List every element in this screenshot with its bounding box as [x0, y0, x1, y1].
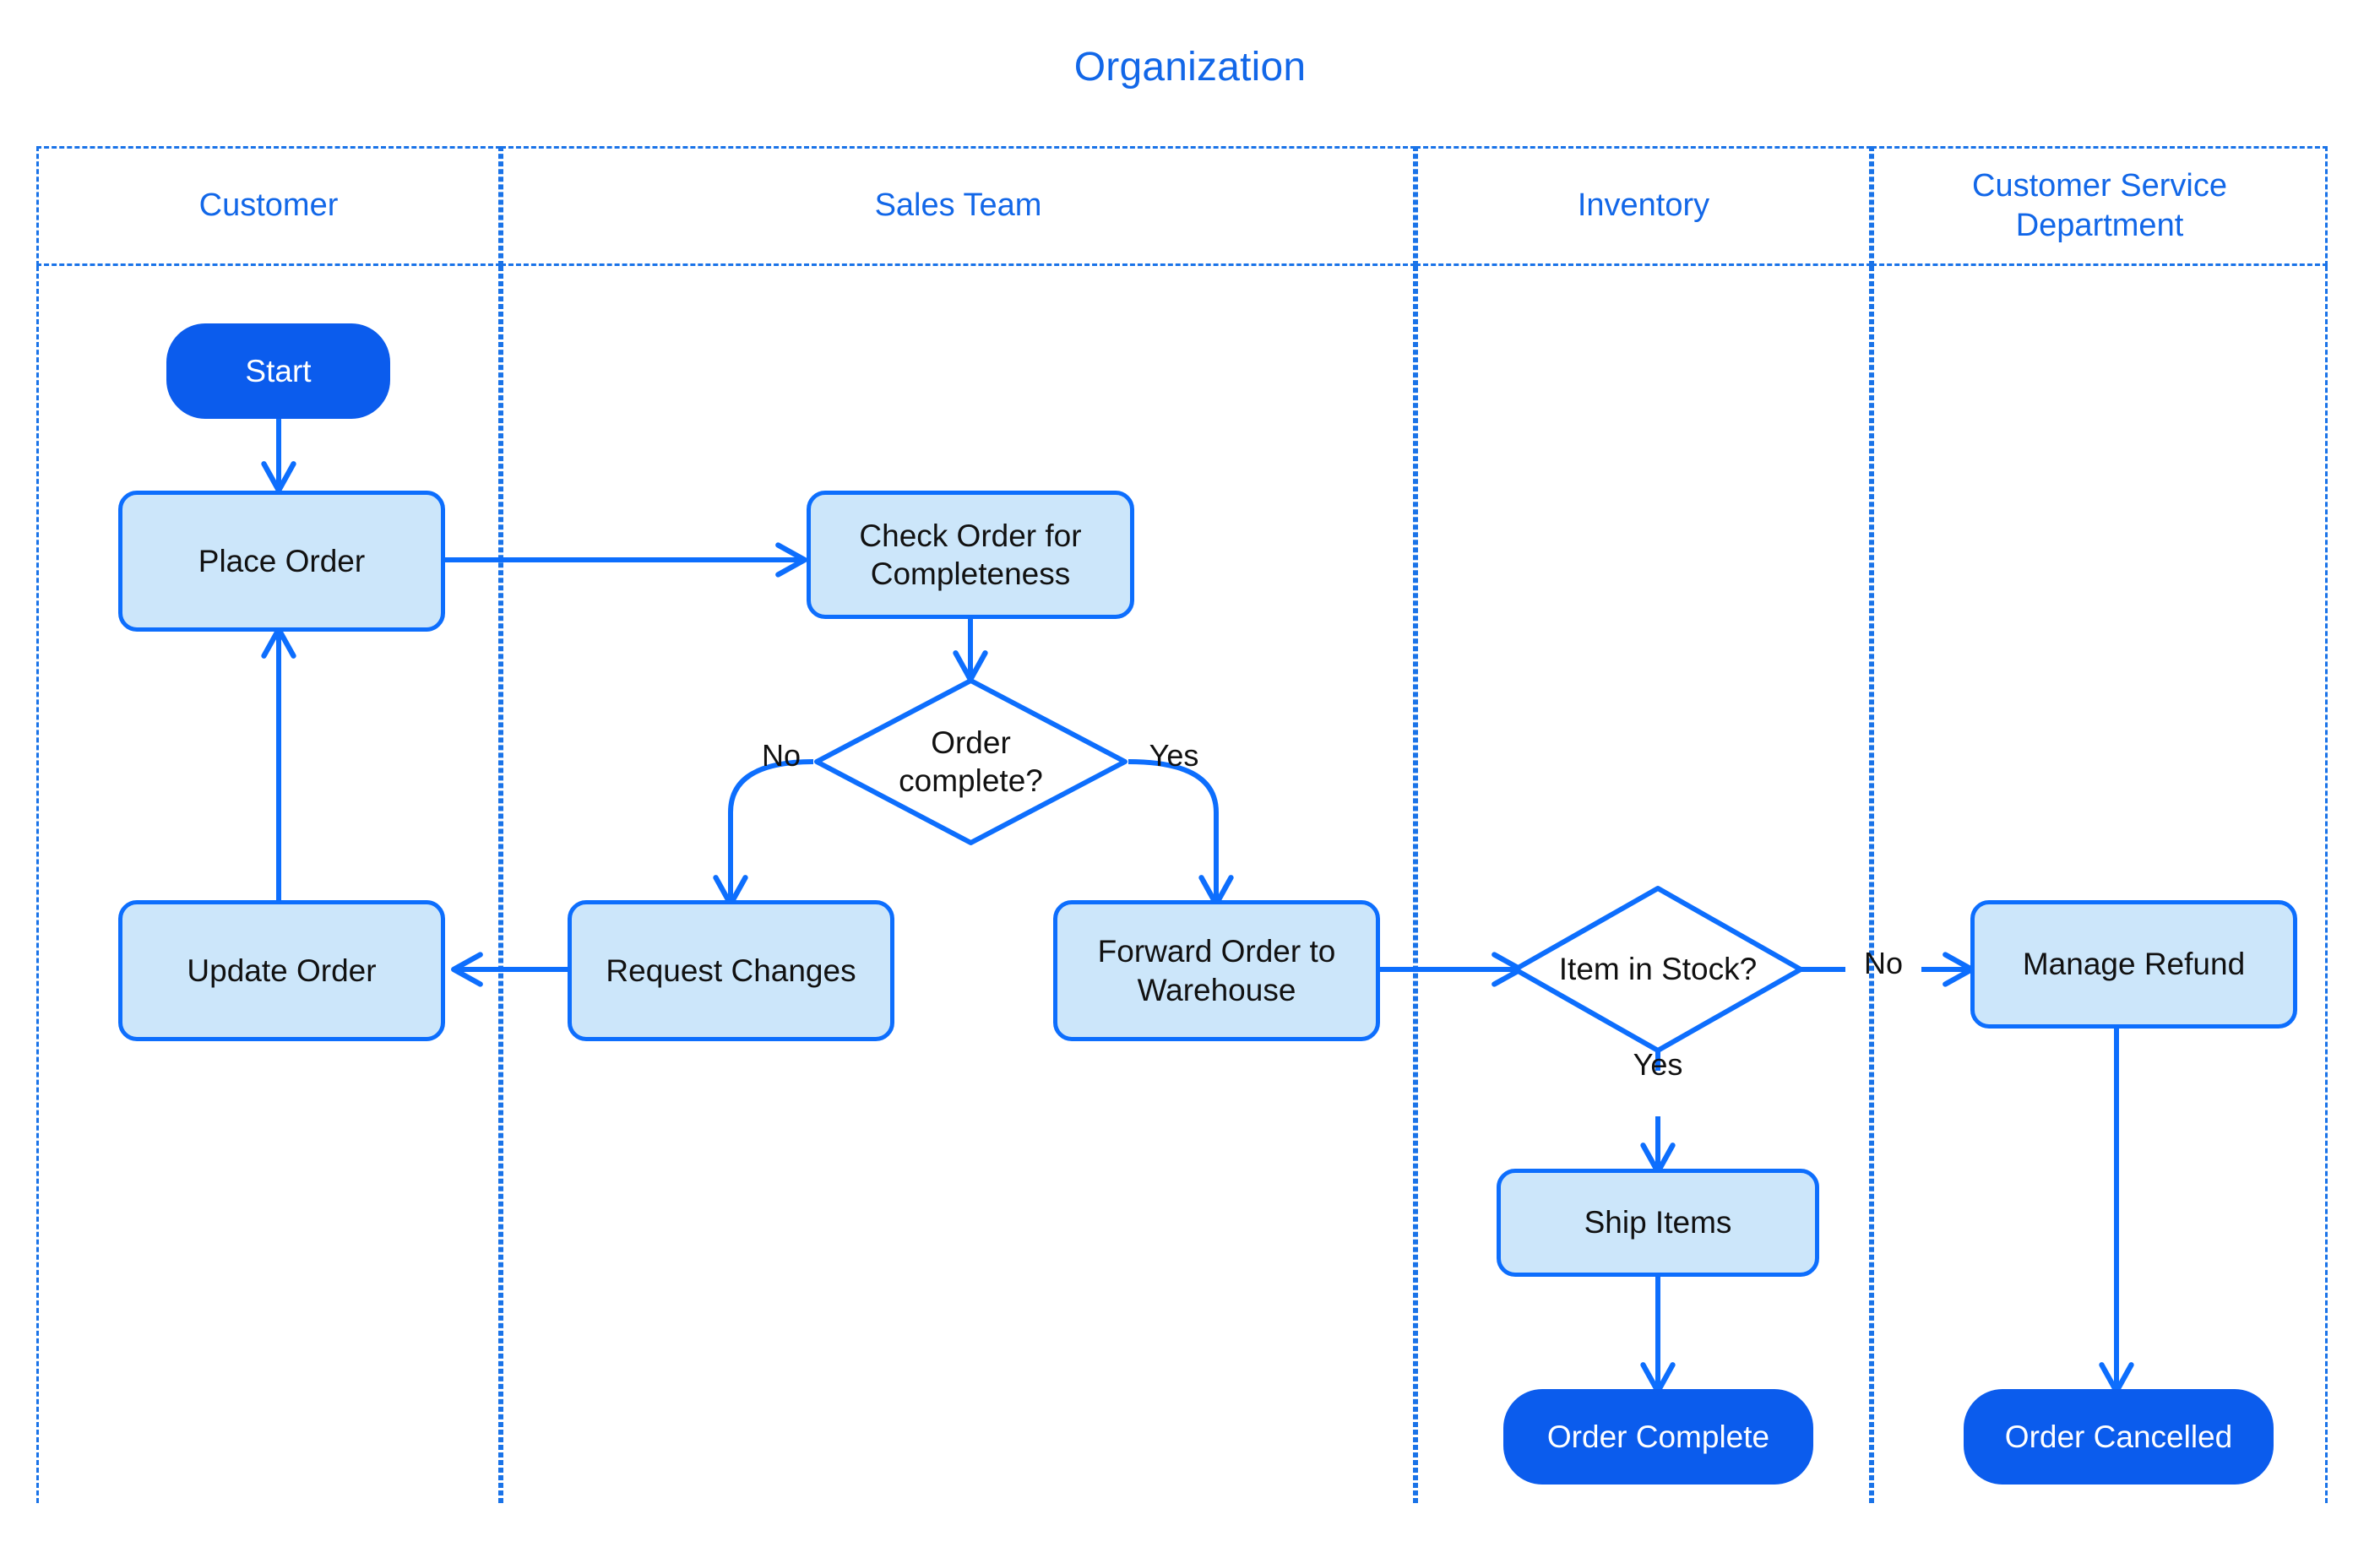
node-order-complete-end-label: Order Complete [1546, 1419, 1770, 1454]
lane-header-service-label: Customer Service Department [1972, 167, 2227, 244]
diagram-canvas: Organization Customer Sales Team Invento… [0, 0, 2380, 1547]
node-place-order[interactable]: Place Order [118, 491, 445, 632]
node-order-complete-end[interactable]: Order Complete [1503, 1389, 1813, 1485]
node-check-order[interactable]: Check Order for Completeness [807, 491, 1134, 619]
node-manage-refund-label: Manage Refund [2022, 947, 2246, 982]
lane-header-inventory: Inventory [1416, 146, 1872, 266]
node-order-cancelled-label: Order Cancelled [2004, 1419, 2233, 1454]
lane-header-sales-label: Sales Team [874, 187, 1042, 224]
edge-label-item-in-stock-yes: Yes [1633, 1047, 1683, 1082]
lane-header-service: Customer Service Department [1872, 146, 2328, 266]
edge-label-item-in-stock-no: No [1863, 946, 1904, 980]
lane-header-customer-label: Customer [198, 187, 339, 224]
node-ship-items[interactable]: Ship Items [1497, 1169, 1819, 1277]
node-place-order-label: Place Order [198, 543, 366, 578]
node-order-cancelled[interactable]: Order Cancelled [1964, 1389, 2274, 1485]
node-ship-items-label: Ship Items [1584, 1205, 1732, 1240]
node-order-complete-decision[interactable]: Order complete? [813, 677, 1128, 846]
node-check-order-label: Check Order for Completeness [859, 518, 1082, 591]
node-request-changes[interactable]: Request Changes [568, 900, 894, 1041]
node-update-order-label: Update Order [187, 953, 377, 988]
node-start[interactable]: Start [166, 323, 390, 419]
edge-label-order-complete-yes: Yes [1149, 738, 1199, 773]
node-forward-order[interactable]: Forward Order to Warehouse [1053, 900, 1380, 1041]
lane-header-sales: Sales Team [501, 146, 1416, 266]
node-forward-order-label: Forward Order to Warehouse [1097, 934, 1336, 1007]
node-manage-refund[interactable]: Manage Refund [1970, 900, 2297, 1029]
node-request-changes-label: Request Changes [606, 953, 856, 988]
page-title: Organization [1073, 45, 1307, 90]
node-order-complete-decision-label: Order complete? [899, 725, 1043, 798]
node-item-in-stock-decision-label: Item in Stock? [1558, 952, 1758, 987]
lane-body-sales [501, 266, 1416, 1503]
edge-label-order-complete-no: No [761, 738, 801, 773]
node-update-order[interactable]: Update Order [118, 900, 445, 1041]
lane-header-customer: Customer [36, 146, 501, 266]
node-item-in-stock-decision[interactable]: Item in Stock? [1512, 885, 1804, 1054]
lane-body-service [1872, 266, 2328, 1503]
node-start-label: Start [245, 353, 312, 388]
lane-header-inventory-label: Inventory [1577, 187, 1710, 224]
lane-body-customer [36, 266, 501, 1503]
